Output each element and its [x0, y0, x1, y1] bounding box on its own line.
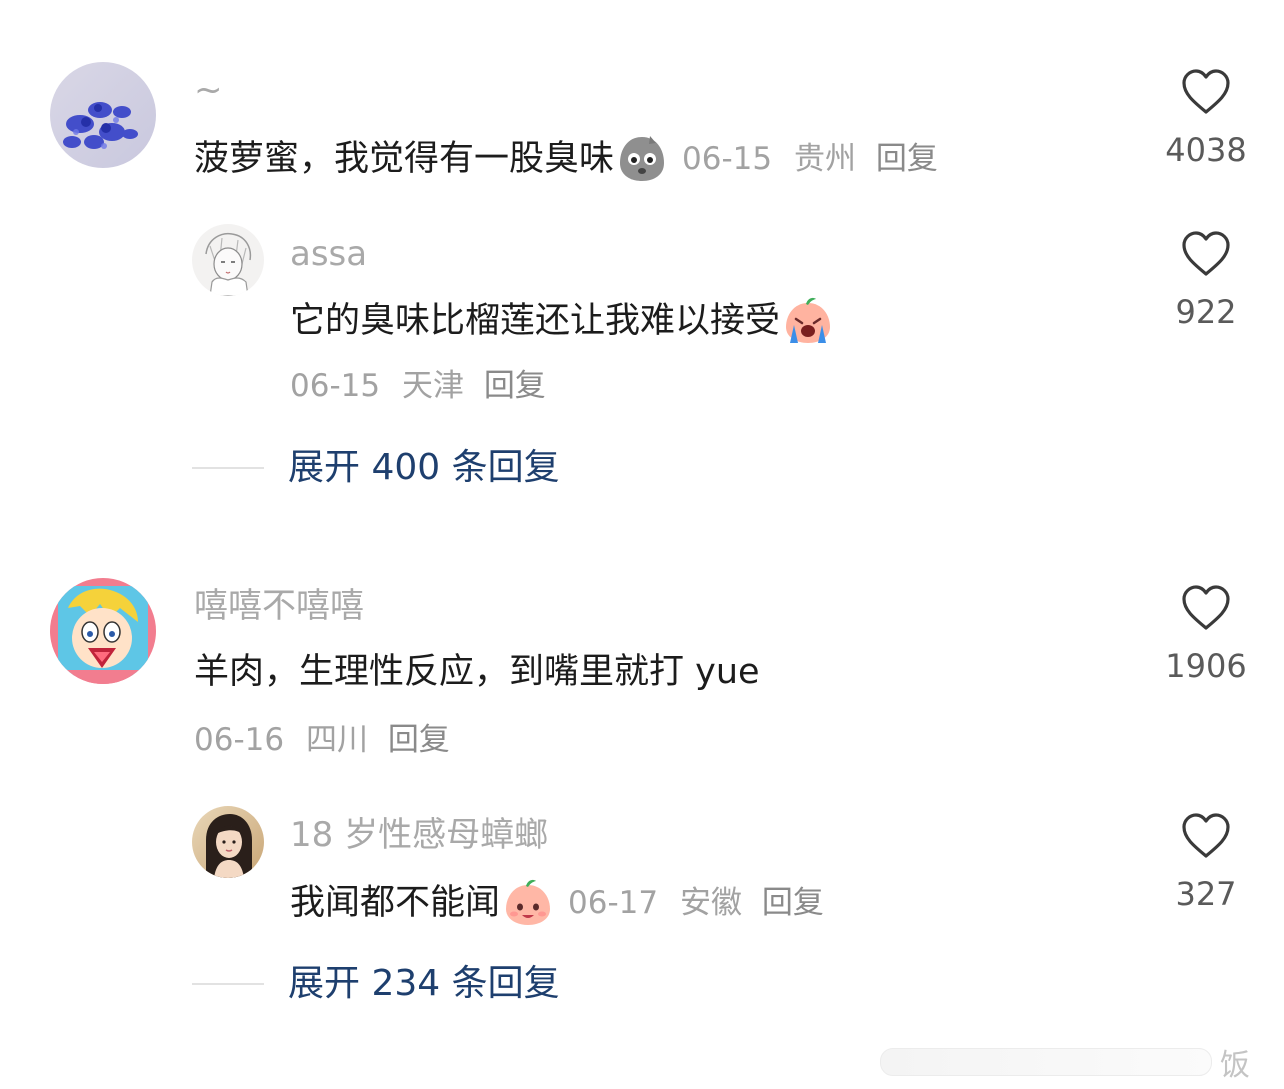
reply-text: 我闻都不能闻	[290, 883, 501, 923]
like-count: 1906	[1165, 647, 1247, 685]
heart-icon[interactable]	[1180, 230, 1232, 278]
like-column: 327	[1146, 812, 1266, 914]
expand-replies-link[interactable]: 展开 234 条回复	[288, 962, 560, 1006]
avatar-image	[192, 806, 264, 878]
like-column: 922	[1146, 230, 1266, 332]
watermark-char: 饭	[1220, 1048, 1250, 1083]
comment-text: 羊肉，生理性反应，到嘴里就打 yue	[194, 652, 760, 692]
reply-date: 06-15	[290, 368, 381, 404]
reply-username[interactable]: assa	[290, 234, 367, 274]
reply-text: 它的臭味比榴莲还让我难以接受	[290, 301, 781, 341]
expand-replies[interactable]: 展开 400 条回复	[192, 446, 560, 490]
comment-meta: 06-15 贵州 回复	[682, 137, 938, 181]
comment-section: ~ 菠萝蜜，我觉得有一股臭味 06-15 贵州 回复 4038 assa 它的臭…	[0, 0, 1284, 1089]
avatar-image	[50, 578, 156, 684]
like-count: 4038	[1165, 131, 1247, 169]
reply-button[interactable]: 回复	[876, 141, 938, 177]
comment-date: 06-16	[194, 722, 285, 758]
comment-location: 贵州	[793, 141, 856, 177]
comment-body: 羊肉，生理性反应，到嘴里就打 yue	[194, 650, 760, 694]
expand-divider	[192, 983, 264, 985]
stinky-face-emoji-icon	[616, 133, 668, 185]
like-count: 922	[1175, 293, 1237, 331]
avatar-image	[50, 62, 156, 168]
comment-username[interactable]: ~	[194, 70, 223, 110]
reply-avatar[interactable]	[192, 806, 264, 878]
heart-icon[interactable]	[1180, 68, 1232, 116]
like-count: 327	[1175, 875, 1237, 913]
watermark: 饭	[880, 1040, 1250, 1084]
like-column: 4038	[1146, 68, 1266, 170]
like-column: 1906	[1146, 584, 1266, 686]
heart-icon[interactable]	[1180, 812, 1232, 860]
comment-text: 菠萝蜜，我觉得有一股臭味	[194, 139, 615, 179]
avatar[interactable]	[50, 62, 156, 168]
expand-replies[interactable]: 展开 234 条回复	[192, 962, 560, 1006]
comment-location: 四川	[305, 722, 368, 758]
comment-username[interactable]: 嘻嘻不嘻嘻	[194, 586, 364, 626]
comment-body: 菠萝蜜，我觉得有一股臭味 06-15 贵州 回复	[194, 133, 938, 185]
reply-location: 天津	[401, 368, 464, 404]
heart-icon[interactable]	[1180, 584, 1232, 632]
comment-date: 06-15	[682, 141, 773, 177]
avatar[interactable]	[50, 578, 156, 684]
reply-button[interactable]: 回复	[388, 722, 450, 758]
reply-body: 它的臭味比榴莲还让我难以接受	[290, 295, 834, 347]
smiling-peach-emoji-icon	[502, 877, 554, 929]
crying-peach-emoji-icon	[782, 295, 834, 347]
reply-meta: 06-15 天津 回复	[290, 366, 546, 406]
reply-location: 安徽	[679, 885, 742, 921]
watermark-bar	[880, 1048, 1212, 1076]
avatar-image	[192, 224, 264, 296]
reply-meta: 06-17 安徽 回复	[568, 881, 824, 925]
reply-avatar[interactable]	[192, 224, 264, 296]
reply-date: 06-17	[568, 885, 659, 921]
reply-button[interactable]: 回复	[484, 368, 546, 404]
reply-body: 我闻都不能闻 06-17 安徽 回复	[290, 877, 824, 929]
expand-replies-link[interactable]: 展开 400 条回复	[288, 446, 560, 490]
expand-divider	[192, 467, 264, 469]
comment-meta: 06-16 四川 回复	[194, 720, 450, 760]
reply-username[interactable]: 18 岁性感母蟑螂	[290, 815, 548, 855]
reply-button[interactable]: 回复	[762, 885, 824, 921]
